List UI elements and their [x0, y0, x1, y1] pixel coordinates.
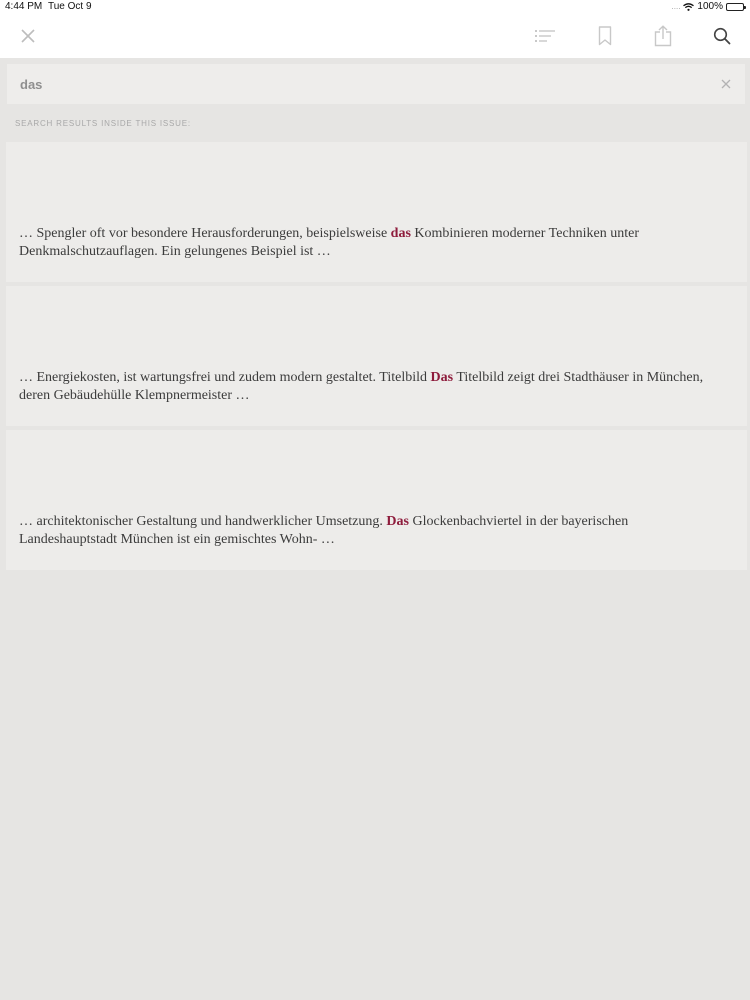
results-label: SEARCH RESULTS INSIDE THIS ISSUE:	[15, 119, 191, 128]
search-match: Das	[430, 370, 454, 385]
clear-search-icon[interactable]	[719, 77, 733, 91]
result-item[interactable]: … Energiekosten, ist wartungsfrei und zu…	[6, 286, 747, 426]
status-date: Tue Oct 9	[48, 1, 92, 12]
status-time: 4:44 PM	[5, 1, 43, 12]
close-icon[interactable]	[17, 25, 39, 47]
snippet-before: … Spengler oft vor besondere Herausforde…	[19, 226, 391, 241]
search-match: das	[390, 226, 411, 241]
search-icon[interactable]	[711, 25, 733, 47]
toolbar	[0, 14, 750, 58]
search-bar	[7, 64, 745, 104]
status-bar: 4:44 PM Tue Oct 9 .... 100%	[0, 0, 750, 14]
search-input[interactable]	[20, 64, 700, 104]
status-right: .... 100%	[671, 1, 746, 12]
result-item[interactable]: … architektonischer Gestaltung und handw…	[6, 430, 747, 570]
result-snippet: … Energiekosten, ist wartungsfrei und zu…	[19, 369, 719, 405]
result-snippet: … Spengler oft vor besondere Herausforde…	[19, 225, 719, 261]
result-item[interactable]: … Spengler oft vor besondere Herausforde…	[6, 142, 747, 282]
snippet-before: … Energiekosten, ist wartungsfrei und zu…	[19, 370, 431, 385]
result-snippet: … architektonischer Gestaltung und handw…	[19, 513, 719, 549]
battery-icon	[726, 2, 746, 11]
search-match: Das	[386, 514, 409, 529]
snippet-before: … architektonischer Gestaltung und handw…	[19, 514, 387, 529]
bookmark-icon[interactable]	[594, 25, 616, 47]
wifi-icon	[683, 2, 695, 11]
battery-percent: 100%	[697, 1, 723, 12]
share-icon[interactable]	[652, 25, 674, 47]
list-icon[interactable]	[534, 25, 556, 47]
signal-icon: ....	[671, 2, 681, 11]
results-list: … Spengler oft vor besondere Herausforde…	[6, 142, 747, 574]
